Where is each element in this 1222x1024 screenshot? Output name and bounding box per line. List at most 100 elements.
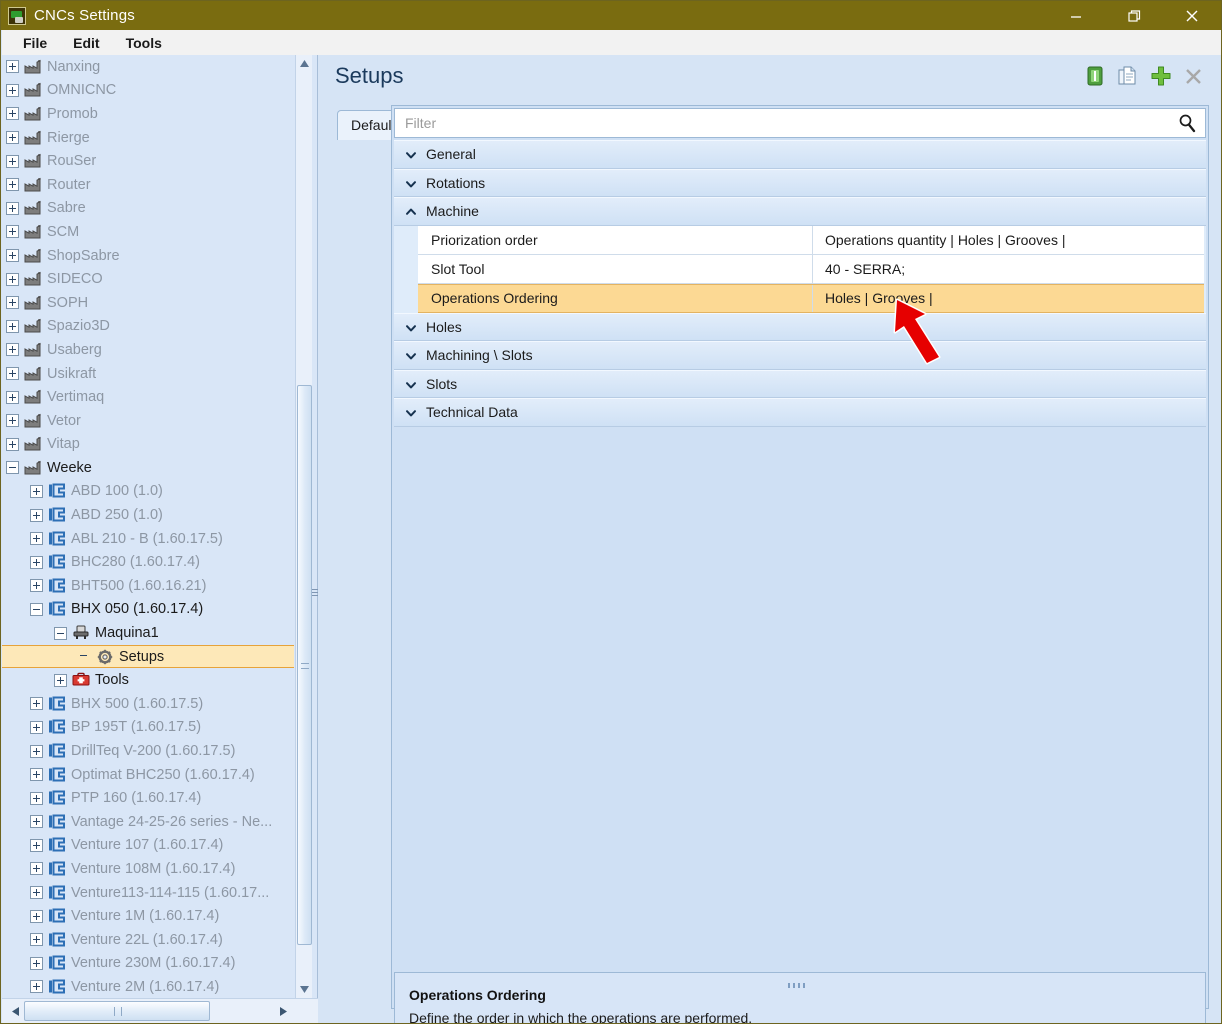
tree-collapse-toggle[interactable] (30, 602, 43, 616)
tree-expand-toggle[interactable] (30, 768, 43, 782)
description-resize-grip[interactable] (788, 975, 812, 988)
machine-tree[interactable]: Nanxing OMNICNC Promob Rierge RouSer Router Sa… (2, 55, 294, 998)
tree-item[interactable]: Venture 107 (1.60.17.4) (2, 834, 294, 858)
tree-item[interactable]: Promob (2, 102, 294, 126)
tree-horizontal-scrollbar[interactable] (2, 998, 318, 1023)
tree-expand-toggle[interactable] (6, 60, 19, 74)
filter-input[interactable] (403, 110, 1177, 136)
tree-collapse-toggle[interactable] (6, 461, 19, 475)
tree-expand-toggle[interactable] (6, 249, 19, 263)
setting-value[interactable]: Operations quantity | Holes | Grooves | (813, 226, 1204, 254)
tree-expand-toggle[interactable] (30, 838, 43, 852)
tree-expand-toggle[interactable] (30, 555, 43, 569)
tree-item[interactable]: SCM (2, 220, 294, 244)
tree-expand-toggle[interactable] (30, 956, 43, 970)
tree-item[interactable]: Maquina1 (2, 621, 294, 645)
tree-expand-toggle[interactable] (54, 673, 67, 687)
tree-expand-toggle[interactable] (30, 980, 43, 994)
add-icon[interactable] (1150, 65, 1172, 87)
section-header[interactable]: General (394, 140, 1206, 169)
tree-item[interactable]: Venture 230M (1.60.17.4) (2, 952, 294, 976)
tree-expand-toggle[interactable] (30, 697, 43, 711)
tree-item[interactable]: BHX 050 (1.60.17.4) (2, 598, 294, 622)
tree-expand-toggle[interactable] (30, 862, 43, 876)
tree-item[interactable]: Sabre (2, 197, 294, 221)
tree-item[interactable]: Router (2, 173, 294, 197)
tree-vertical-scrollbar[interactable] (295, 55, 312, 998)
settings-row[interactable]: Operations Ordering Holes | Grooves | (418, 283, 1204, 313)
tree-item[interactable]: Nanxing (2, 55, 294, 79)
tree-expand-toggle[interactable] (30, 720, 43, 734)
tree-expand-toggle[interactable] (6, 107, 19, 121)
setting-value[interactable]: 40 - SERRA; (813, 255, 1204, 283)
tree-expand-toggle[interactable] (30, 909, 43, 923)
tree-item[interactable]: Venture113-114-115 (1.60.17... (2, 881, 294, 905)
tree-item[interactable]: Usaberg (2, 338, 294, 362)
tree-expand-toggle[interactable] (30, 815, 43, 829)
tree-item[interactable]: Setups (2, 644, 294, 669)
tree-item[interactable]: OMNICNC (2, 79, 294, 103)
section-header[interactable]: Slots (394, 369, 1206, 398)
tree-item[interactable]: ABL 210 - B (1.60.17.5) (2, 527, 294, 551)
panel-splitter[interactable] (312, 579, 318, 605)
settings-row[interactable]: Slot Tool 40 - SERRA; (418, 254, 1204, 284)
tree-expand-toggle[interactable] (30, 579, 43, 593)
tree-expand-toggle[interactable] (30, 508, 43, 522)
tree-hscroll-thumb[interactable] (24, 1001, 210, 1021)
tree-expand-toggle[interactable] (6, 296, 19, 310)
section-header[interactable]: Rotations (394, 168, 1206, 197)
tree-item[interactable]: BHC280 (1.60.17.4) (2, 550, 294, 574)
tree-item[interactable]: Vantage 24-25-26 series - Ne... (2, 810, 294, 834)
menu-file[interactable]: File (12, 32, 58, 54)
tree-expand-toggle[interactable] (6, 201, 19, 215)
section-header[interactable]: Machining \ Slots (394, 341, 1206, 370)
tree-expand-toggle[interactable] (6, 154, 19, 168)
tree-item[interactable]: Optimat BHC250 (1.60.17.4) (2, 763, 294, 787)
tree-expand-toggle[interactable] (6, 367, 19, 381)
scroll-up-button[interactable] (296, 55, 313, 72)
close-button[interactable] (1163, 1, 1221, 30)
tree-item[interactable]: ShopSabre (2, 244, 294, 268)
settings-row[interactable]: Priorization order Operations quantity | … (418, 225, 1204, 255)
tree-item[interactable]: RouSer (2, 149, 294, 173)
info-icon[interactable] (1084, 65, 1106, 87)
tree-item[interactable]: Weeke (2, 456, 294, 480)
tree-item[interactable]: Usikraft (2, 362, 294, 386)
tree-item[interactable]: Vetor (2, 409, 294, 433)
tree-expand-toggle[interactable] (6, 272, 19, 286)
tree-expand-toggle[interactable] (30, 933, 43, 947)
scroll-down-button[interactable] (296, 981, 313, 998)
tree-item[interactable]: Venture 108M (1.60.17.4) (2, 857, 294, 881)
setting-value[interactable]: Holes | Grooves | (813, 285, 1204, 312)
tree-collapse-toggle[interactable] (54, 626, 67, 640)
tree-item[interactable]: BHX 500 (1.60.17.5) (2, 692, 294, 716)
menu-edit[interactable]: Edit (62, 32, 110, 54)
tree-item[interactable]: Spazio3D (2, 315, 294, 339)
tree-expand-toggle[interactable] (30, 484, 43, 498)
section-header[interactable]: Holes (394, 312, 1206, 341)
section-header[interactable]: Technical Data (394, 398, 1206, 427)
tree-expand-toggle[interactable] (30, 744, 43, 758)
tree-item[interactable]: BHT500 (1.60.16.21) (2, 574, 294, 598)
search-icon[interactable] (1177, 113, 1197, 133)
tree-item[interactable]: PTP 160 (1.60.17.4) (2, 786, 294, 810)
tree-expand-toggle[interactable] (30, 532, 43, 546)
section-header[interactable]: Machine (394, 197, 1206, 226)
tree-item[interactable]: Vertimaq (2, 385, 294, 409)
tree-expand-toggle[interactable] (30, 791, 43, 805)
minimize-button[interactable] (1047, 1, 1105, 30)
tree-item[interactable]: Venture 1M (1.60.17.4) (2, 904, 294, 928)
tree-expand-toggle[interactable] (6, 131, 19, 145)
tree-item[interactable]: DrillTeq V-200 (1.60.17.5) (2, 739, 294, 763)
tree-item[interactable]: ABD 100 (1.0) (2, 480, 294, 504)
tree-expand-toggle[interactable] (6, 437, 19, 451)
tree-item[interactable]: BP 195T (1.60.17.5) (2, 716, 294, 740)
scroll-right-button[interactable] (272, 999, 294, 1023)
tree-expand-toggle[interactable] (6, 319, 19, 333)
tree-item[interactable]: Tools (2, 668, 294, 692)
tree-item[interactable]: SIDECO (2, 267, 294, 291)
tree-item[interactable]: Venture 2M (1.60.17.4) (2, 975, 294, 998)
tree-item[interactable]: ABD 250 (1.0) (2, 503, 294, 527)
restore-button[interactable] (1105, 1, 1163, 30)
tree-scroll-thumb[interactable] (297, 385, 312, 945)
